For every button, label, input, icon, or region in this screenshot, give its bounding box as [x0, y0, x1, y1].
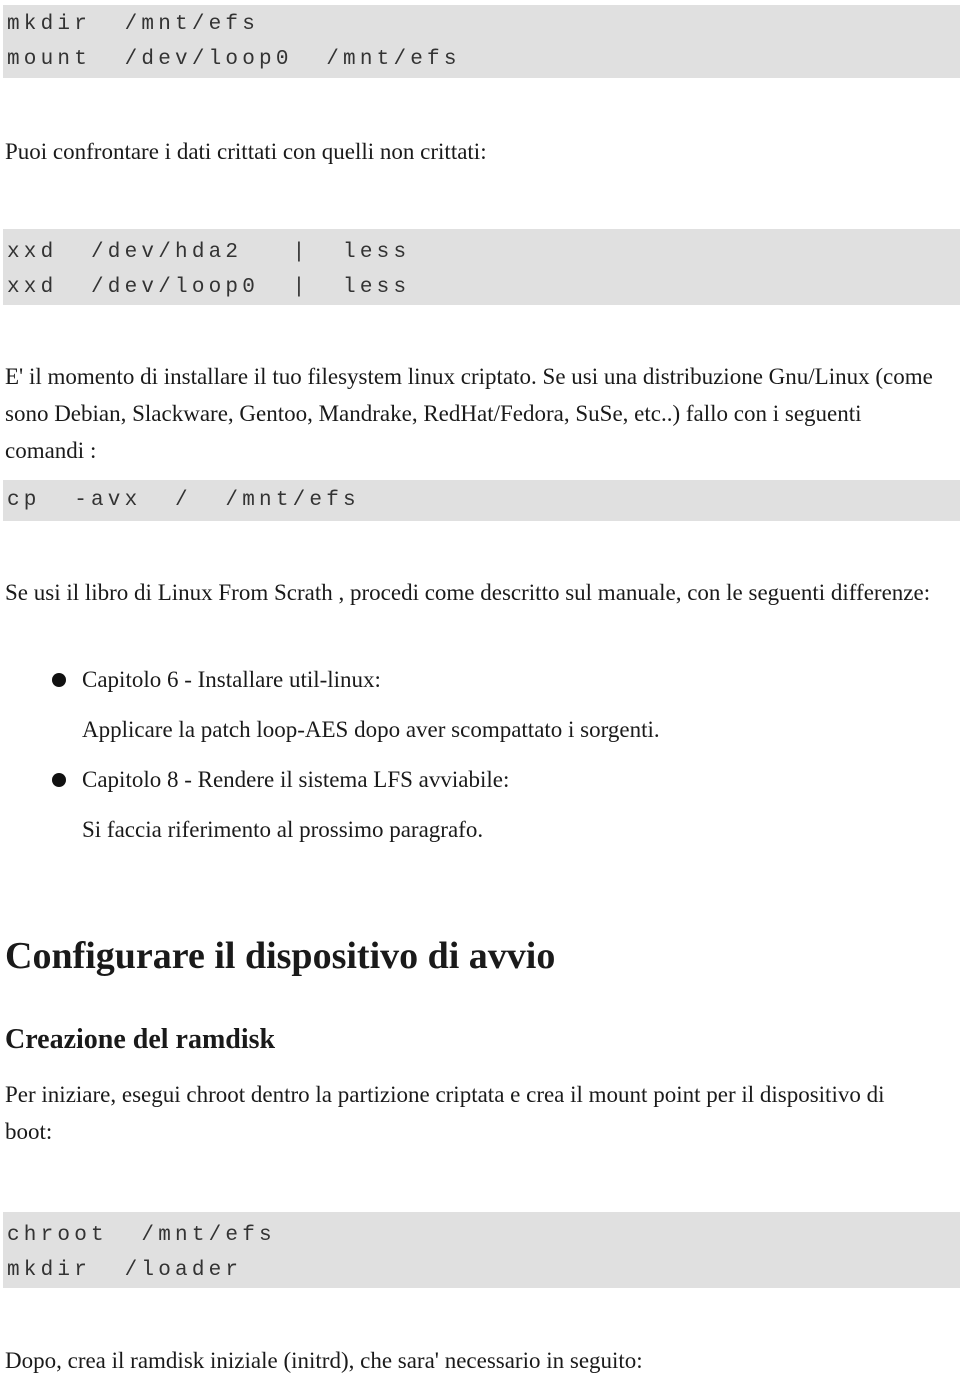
- code-line: mkdir /loader: [7, 1259, 243, 1282]
- bullet-icon: [52, 773, 66, 787]
- code-line: xxd /dev/loop0 | less: [7, 276, 411, 299]
- paragraph-install: E' il momento di installare il tuo files…: [5, 364, 933, 463]
- section-heading: Configurare il dispositivo di avvio: [5, 935, 556, 977]
- code-line: chroot /mnt/efs: [7, 1224, 276, 1247]
- paragraph-initrd: Dopo, crea il ramdisk iniziale (initrd),…: [5, 1348, 643, 1373]
- code-line: mkdir /mnt/efs: [7, 13, 260, 36]
- code-line: mount /dev/loop0 /mnt/efs: [7, 48, 461, 71]
- paragraph-compare: Puoi confrontare i dati crittati con que…: [5, 139, 487, 164]
- code-block-mount: mkdir /mnt/efs mount /dev/loop0 /mnt/efs: [3, 5, 960, 78]
- code-line: xxd /dev/hda2 | less: [7, 241, 411, 264]
- list-item-title: Capitolo 8 - Rendere il sistema LFS avvi…: [82, 767, 510, 792]
- paragraph-lfs: Se usi il libro di Linux From Scrath , p…: [5, 580, 931, 605]
- code-line: cp -avx / /mnt/efs: [7, 489, 360, 512]
- paragraph-chroot: Per iniziare, esegui chroot dentro la pa…: [5, 1082, 885, 1144]
- list-item-detail: Si faccia riferimento al prossimo paragr…: [82, 817, 484, 842]
- code-block-xxd: xxd /dev/hda2 | less xxd /dev/loop0 | le…: [3, 229, 960, 305]
- list-item-title: Capitolo 6 - Installare util-linux:: [82, 667, 381, 692]
- code-block-chroot: chroot /mnt/efs mkdir /loader: [3, 1212, 960, 1288]
- code-block-cp: cp -avx / /mnt/efs: [3, 480, 960, 521]
- subsection-heading: Creazione del ramdisk: [5, 1024, 276, 1055]
- list-item-detail: Applicare la patch loop-AES dopo aver sc…: [82, 717, 660, 742]
- bullet-icon: [52, 673, 66, 687]
